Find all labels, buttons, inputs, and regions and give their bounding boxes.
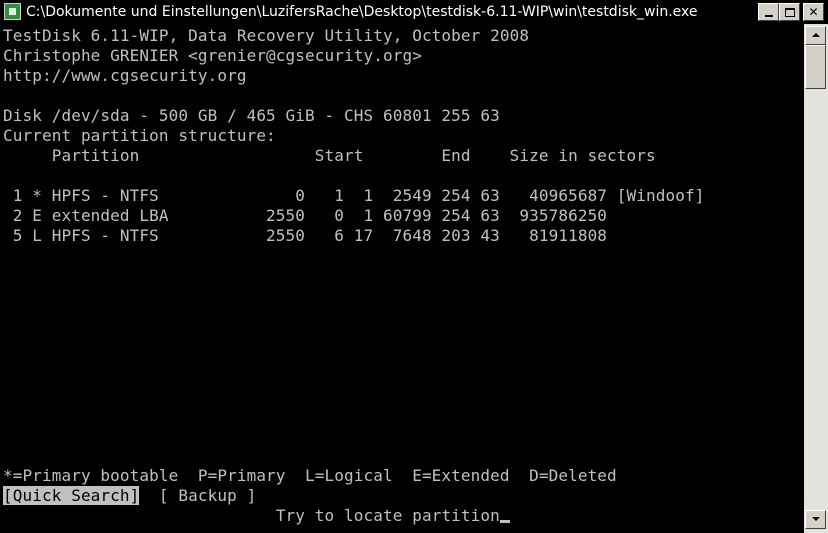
console-area[interactable]: TestDisk 6.11-WIP, Data Recovery Utility… bbox=[0, 24, 804, 533]
scrollbar-thumb[interactable] bbox=[805, 45, 826, 89]
arrow-up-icon bbox=[812, 33, 820, 37]
scroll-up-button[interactable] bbox=[805, 26, 826, 45]
maximize-button[interactable] bbox=[779, 3, 800, 21]
quick-search-button[interactable]: [Quick Search] bbox=[3, 486, 140, 505]
header-line-product: TestDisk 6.11-WIP, Data Recovery Utility… bbox=[3, 26, 530, 45]
partition-row[interactable]: 5 L HPFS - NTFS 2550 6 17 7648 203 43 81… bbox=[3, 226, 607, 246]
header-line-url: http://www.cgsecurity.org bbox=[3, 66, 247, 85]
arrow-down-icon bbox=[812, 517, 820, 521]
partition-table-header: Partition Start End Size in sectors bbox=[3, 146, 656, 165]
header-line-author: Christophe GRENIER <grenier@cgsecurity.o… bbox=[3, 46, 422, 65]
text-cursor bbox=[499, 520, 510, 523]
minimize-icon bbox=[764, 15, 773, 17]
partition-row[interactable]: 1 * HPFS - NTFS 0 1 1 2549 254 63 409656… bbox=[3, 186, 705, 206]
partition-type-legend: *=Primary bootable P=Primary L=Logical E… bbox=[3, 466, 617, 485]
minimize-button[interactable] bbox=[758, 3, 779, 21]
disk-info: Disk /dev/sda - 500 GB / 465 GiB - CHS 6… bbox=[3, 106, 500, 125]
partition-row[interactable]: 2 E extended LBA 2550 0 1 60799 254 63 9… bbox=[3, 206, 607, 226]
scroll-down-button[interactable] bbox=[805, 510, 826, 529]
structure-title: Current partition structure: bbox=[3, 126, 276, 145]
title-bar: C:\Dokumente und Einstellungen\LuzifersR… bbox=[0, 0, 828, 24]
action-hint: Try to locate partition bbox=[275, 506, 500, 525]
close-button[interactable]: ✕ bbox=[803, 3, 824, 21]
console-app-icon[interactable] bbox=[4, 3, 21, 20]
close-icon: ✕ bbox=[808, 5, 819, 19]
window-title: C:\Dokumente und Einstellungen\LuzifersR… bbox=[26, 4, 698, 20]
action-menu: [Quick Search] [ Backup ] bbox=[3, 486, 256, 506]
hint-line: Try to locate partition bbox=[3, 506, 510, 526]
backup-button[interactable]: [ Backup ] bbox=[159, 486, 256, 505]
maximize-icon bbox=[784, 7, 795, 17]
vertical-scrollbar[interactable] bbox=[804, 24, 828, 533]
